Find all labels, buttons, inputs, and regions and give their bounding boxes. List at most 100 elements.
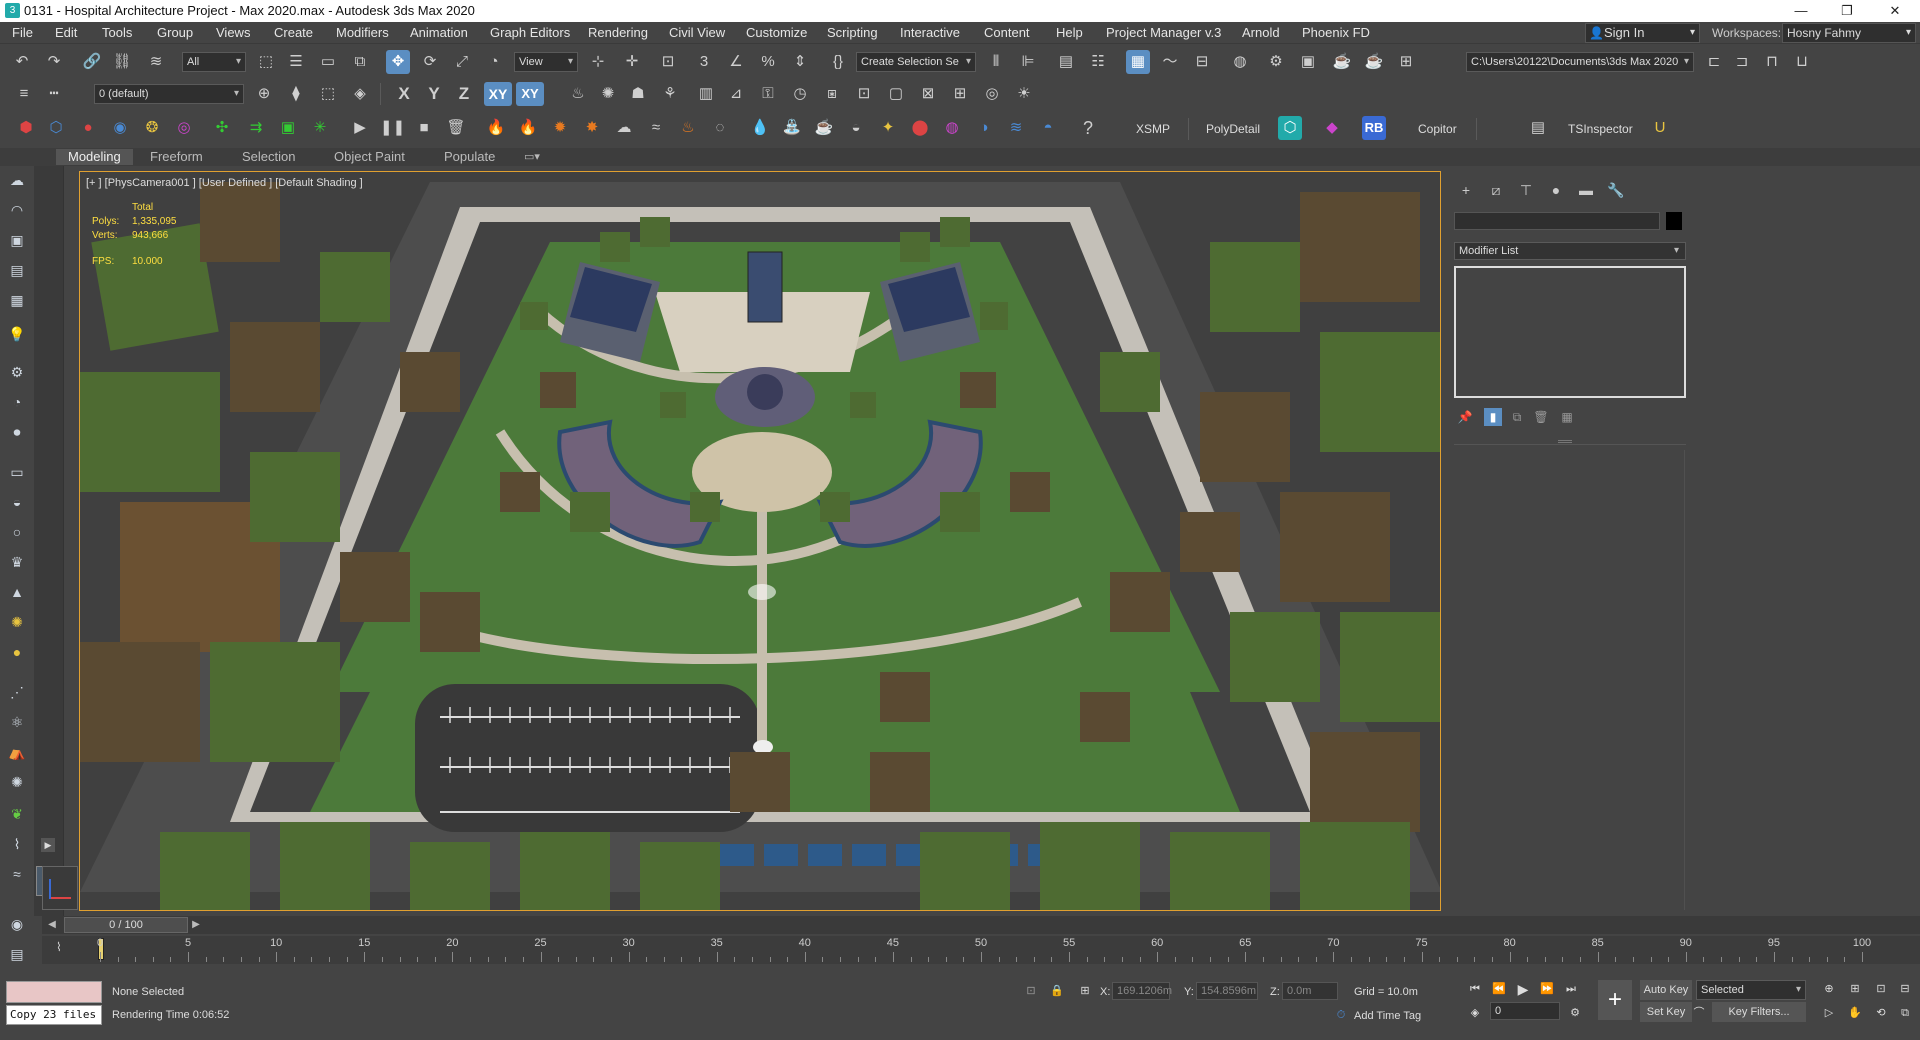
maxscript-output[interactable]: Copy 23 files: [6, 1005, 102, 1025]
menu-edit[interactable]: Edit: [55, 25, 77, 40]
scene-explorer-icon[interactable]: ▤: [1054, 50, 1078, 74]
absolute-mode-icon[interactable]: ⊞: [1076, 982, 1094, 1000]
rotate-gizmo-icon[interactable]: ✣: [210, 116, 234, 140]
liquid-source-icon[interactable]: 💧: [748, 116, 772, 140]
safe-frame-icon[interactable]: ▢: [884, 82, 908, 106]
rb-button[interactable]: RB: [1362, 116, 1386, 140]
plant-icon[interactable]: ❦: [5, 802, 29, 826]
fire-sim-icon[interactable]: 🔥: [516, 116, 540, 140]
dome-light-icon[interactable]: ◠: [5, 198, 29, 222]
plugin-cube-icon[interactable]: ⬡: [1278, 116, 1302, 140]
plane-light-icon[interactable]: ▭: [5, 460, 29, 484]
time-slider[interactable]: ◀ 0 / 100 ▶: [42, 916, 1920, 934]
undo-icon[interactable]: ↶: [10, 50, 34, 74]
random-icon[interactable]: ✳: [308, 116, 332, 140]
angle-snap-icon[interactable]: ∠: [724, 50, 748, 74]
box-icon[interactable]: ⬢: [14, 116, 38, 140]
time-slider-thumb[interactable]: 0 / 100: [64, 917, 188, 933]
zoom-icon[interactable]: ⊕: [1820, 980, 1838, 998]
render-iterative-icon[interactable]: ☕: [1362, 50, 1386, 74]
video-camera-icon[interactable]: ⏺: [5, 420, 29, 444]
select-manipulate-icon[interactable]: ✛: [620, 50, 644, 74]
create-layer-icon[interactable]: ⊕: [252, 82, 276, 106]
project-open-icon[interactable]: ⊐: [1730, 50, 1754, 74]
redo-icon[interactable]: ↷: [42, 50, 66, 74]
create-icon[interactable]: +: [1454, 180, 1478, 200]
fire-source-icon[interactable]: 🔥: [484, 116, 508, 140]
fountain-icon[interactable]: ⛲: [780, 116, 804, 140]
expand-arrow-icon[interactable]: ▶: [41, 838, 55, 852]
clock-icon[interactable]: ◷: [788, 82, 812, 106]
select-object-icon[interactable]: ⬚: [254, 50, 278, 74]
viewport-label[interactable]: [+ ] [PhysCamera001 ] [User Defined ] [D…: [86, 177, 363, 189]
select-layer-icon[interactable]: ⬚: [316, 82, 340, 106]
axis-xy-cycle[interactable]: XY: [516, 82, 544, 106]
fire-emit-icon[interactable]: ✸: [580, 116, 604, 140]
zoom-extents-all-icon[interactable]: ⊟: [1896, 980, 1914, 998]
sun-light-icon[interactable]: ✺: [5, 610, 29, 634]
percent-snap-icon[interactable]: %: [756, 50, 780, 74]
spinner-snap-icon[interactable]: ⇕: [788, 50, 812, 74]
modifier-stack[interactable]: [1454, 266, 1686, 398]
x-coordinate-field[interactable]: 169.1206m: [1112, 982, 1172, 1000]
menu-views[interactable]: Views: [216, 25, 250, 40]
select-and-place-icon[interactable]: ◔: [482, 50, 506, 74]
group-icon[interactable]: ⊠: [916, 82, 940, 106]
torch-icon[interactable]: ◔: [5, 390, 29, 414]
named-selection-dropdown[interactable]: Create Selection Se: [856, 52, 976, 72]
set-key-button[interactable]: Set Key: [1640, 1002, 1692, 1022]
menu-file[interactable]: File: [12, 25, 33, 40]
lock-icon[interactable]: ⚿: [756, 82, 780, 106]
field-of-view-icon[interactable]: ▷: [1820, 1004, 1838, 1022]
mini-curve-editor-icon[interactable]: ⌇: [56, 940, 62, 954]
key-filters-button[interactable]: Key Filters...: [1712, 1002, 1806, 1022]
object-color-swatch[interactable]: [1666, 212, 1682, 230]
track-bar[interactable]: ⌇ 0 5 10 15 20 25 30 35 40 45 50 55 60 65 70 75 80 85 90 95…: [42, 936, 1920, 964]
layer-explorer-icon[interactable]: ☷: [1086, 50, 1110, 74]
menu-civil-view[interactable]: Civil View: [669, 25, 725, 40]
script-listener-icon[interactable]: ▤: [5, 942, 29, 966]
select-and-move-icon[interactable]: ✥: [386, 50, 410, 74]
axis-z-constraint[interactable]: Z: [452, 82, 476, 106]
cloth-icon[interactable]: ⚙: [5, 360, 29, 384]
xsmp-button[interactable]: XSMP: [1136, 122, 1170, 136]
key-mode-toggle-icon[interactable]: ◈: [1466, 1004, 1484, 1022]
sky-icon[interactable]: ☁: [5, 168, 29, 192]
close-icon[interactable]: ✕: [1872, 0, 1918, 22]
splash-icon[interactable]: ✦: [876, 116, 900, 140]
orbit-icon[interactable]: ⟲: [1872, 1004, 1890, 1022]
menu-create[interactable]: Create: [274, 25, 313, 40]
help-icon[interactable]: ?: [1076, 116, 1100, 140]
play-animation-icon[interactable]: ▶: [348, 116, 372, 140]
project-folder-icon[interactable]: ⊏: [1702, 50, 1726, 74]
bowl-icon[interactable]: ◒: [844, 116, 868, 140]
prev-key-icon[interactable]: ⏪: [1490, 980, 1508, 998]
rollout-scrollbar[interactable]: [1684, 450, 1685, 910]
scale-gizmo-icon[interactable]: ▣: [276, 116, 300, 140]
bind-space-warp-icon[interactable]: ≋: [144, 50, 168, 74]
plugin-u-icon[interactable]: U: [1648, 116, 1672, 140]
vortex-icon[interactable]: ◌: [708, 116, 732, 140]
delete-cache-icon[interactable]: 🗑: [444, 116, 468, 140]
menu-rendering[interactable]: Rendering: [588, 25, 648, 40]
ies-light-icon[interactable]: ●: [5, 640, 29, 664]
align-icon[interactable]: ⊫: [1016, 50, 1040, 74]
toggle-ribbon-icon[interactable]: ▦: [1126, 50, 1150, 74]
z-coordinate-field[interactable]: 0.0m: [1282, 982, 1338, 1000]
default-in-out-tangents-icon[interactable]: ⌒: [1690, 1004, 1708, 1022]
menu-group[interactable]: Group: [157, 25, 193, 40]
tab-freeform[interactable]: Freeform: [138, 149, 215, 165]
select-by-name-icon[interactable]: ☰: [284, 50, 308, 74]
layer-dropdown[interactable]: 0 (default): [94, 84, 244, 104]
menu-tools[interactable]: Tools: [102, 25, 132, 40]
selection-lock-icon[interactable]: 🔒: [1048, 982, 1066, 1000]
make-unique-icon[interactable]: ⧉: [1508, 408, 1526, 426]
spot-light-icon[interactable]: ▲: [5, 580, 29, 604]
configure-modifier-sets-icon[interactable]: ▦: [1558, 408, 1576, 426]
pin-stack-icon[interactable]: 📌: [1456, 408, 1474, 426]
rendered-frame-window-icon[interactable]: ▣: [1296, 50, 1320, 74]
light-lister-icon[interactable]: ♨: [566, 82, 590, 106]
set-keys-icon[interactable]: +: [1598, 980, 1632, 1020]
edit-named-selection-icon[interactable]: {}: [826, 50, 850, 74]
play-icon[interactable]: ▶: [1514, 980, 1532, 998]
